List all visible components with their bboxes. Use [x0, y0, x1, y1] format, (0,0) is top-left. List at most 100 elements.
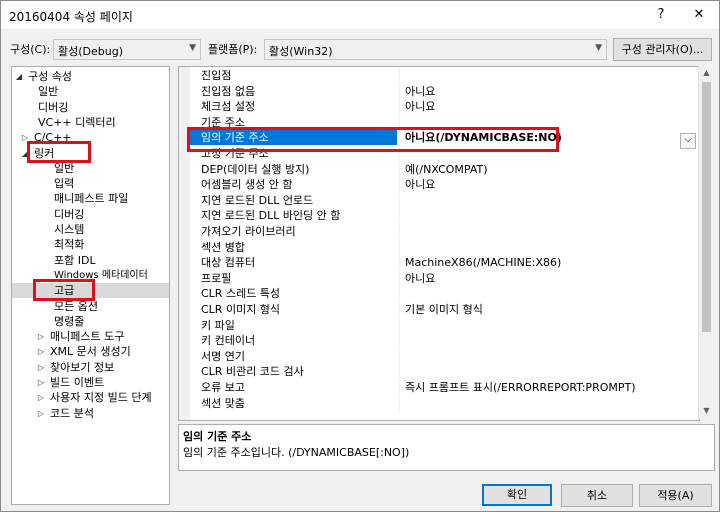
tree-item-label: 빌드 이벤트: [50, 376, 105, 389]
column-separator: [399, 83, 400, 99]
tree-item[interactable]: 명령줄: [12, 314, 169, 329]
grid-scrollbar[interactable]: ▲ ▼: [698, 66, 714, 419]
tree-item[interactable]: ▷ 찾아보기 정보: [12, 360, 169, 375]
column-separator: [399, 99, 400, 115]
property-name: 어셈블리 생성 안 함: [201, 178, 293, 192]
tree-item[interactable]: 일반: [12, 161, 169, 176]
expanded-arrow-icon[interactable]: ◢: [14, 69, 24, 84]
column-separator: [399, 380, 400, 395]
property-name: 키 파일: [201, 318, 235, 332]
collapsed-arrow-icon[interactable]: ▷: [36, 375, 46, 390]
help-button[interactable]: ?: [647, 5, 675, 25]
column-separator: [399, 317, 400, 333]
property-name: 지연 로드된 DLL 언로드: [201, 193, 314, 207]
property-row[interactable]: 어셈블리 생성 안 함 아니요: [179, 177, 684, 193]
property-row[interactable]: CLR 스레드 특성: [179, 286, 684, 302]
property-row[interactable]: 오류 보고 즉시 프롬프트 표시(/ERRORREPORT:PROMPT): [179, 380, 684, 395]
property-row[interactable]: 서명 연기: [179, 348, 684, 364]
scroll-thumb[interactable]: [702, 82, 711, 332]
collapsed-arrow-icon[interactable]: ▷: [36, 360, 46, 375]
tree-item[interactable]: 입력: [12, 176, 169, 191]
column-separator: [399, 239, 400, 255]
tree-item-label: 명령줄: [54, 314, 85, 328]
tree-item[interactable]: ▷ 매니페스트 도구: [12, 329, 169, 344]
tree-item[interactable]: 포함 IDL: [12, 253, 169, 268]
tree-item-label: 코드 분석: [50, 406, 94, 420]
highlight-box-randomized-base: [187, 127, 559, 152]
platform-combo[interactable]: 활성(Win32) ▼: [264, 39, 607, 60]
column-separator: [399, 333, 400, 349]
property-name: 지연 로드된 DLL 바인딩 안 함: [201, 209, 341, 223]
tree-item[interactable]: ◢ 구성 속성: [12, 69, 169, 84]
column-separator: [399, 208, 400, 224]
value-dropdown-button[interactable]: ⌵: [680, 133, 696, 149]
tree-item[interactable]: ▷ 코드 분석: [12, 406, 169, 421]
column-separator: [399, 270, 400, 286]
property-row[interactable]: CLR 이미지 형식 기본 이미지 형식: [179, 302, 684, 317]
tree-item[interactable]: 최적화: [12, 237, 169, 252]
tree-item-label: 디버깅: [38, 100, 69, 114]
scroll-up-arrow-icon[interactable]: ▲: [699, 66, 714, 80]
configuration-combo[interactable]: 활성(Debug) ▼: [53, 39, 201, 60]
property-row[interactable]: CLR 비관리 코드 검사: [179, 364, 684, 380]
property-value: 기본 이미지 형식: [405, 303, 483, 316]
tree-item[interactable]: VC++ 디렉터리: [12, 115, 169, 130]
description-text: 임의 기준 주소입니다. (/DYNAMICBASE[:NO]): [183, 446, 410, 459]
collapsed-arrow-icon[interactable]: ▷: [36, 344, 46, 359]
column-separator: [399, 395, 400, 411]
title-bar: 20160404 속성 페이지 ? ✕: [1, 1, 719, 29]
property-row[interactable]: 진입점 없음 아니요: [179, 83, 684, 99]
tree-item[interactable]: ▷ XML 문서 생성기: [12, 344, 169, 359]
tree-item[interactable]: 매니페스트 파일: [12, 191, 169, 206]
property-grid[interactable]: 진입점 진입점 없음 아니요 체크섬 설정 아니요 기준 주소 임의 기준 주소 아니요(/D…: [178, 66, 700, 421]
column-separator: [399, 302, 400, 317]
property-row[interactable]: 섹션 맞춤: [179, 395, 684, 411]
property-name: 오류 보고: [201, 381, 245, 394]
column-separator: [399, 255, 400, 271]
description-panel: 임의 기준 주소 임의 기준 주소입니다. (/DYNAMICBASE[:NO]…: [178, 424, 715, 471]
tree-item-label: 일반: [54, 161, 75, 175]
scroll-down-arrow-icon[interactable]: ▼: [699, 404, 714, 418]
configuration-manager-button[interactable]: 구성 관리자(O)...: [613, 38, 712, 61]
property-row[interactable]: DEP(데이터 실행 방지) 예(/NXCOMPAT): [179, 161, 684, 177]
property-name: 대상 컴퓨터: [201, 256, 256, 270]
property-pages-window: 20160404 속성 페이지 ? ✕ 구성(C): 활성(Debug) ▼ 플…: [0, 0, 720, 512]
column-separator: [399, 192, 400, 208]
column-separator: [399, 161, 400, 177]
property-row[interactable]: 체크섬 설정 아니요: [179, 99, 684, 115]
chevron-down-icon: ▼: [189, 43, 196, 53]
tree-item[interactable]: ▷ 빌드 이벤트: [12, 375, 169, 390]
tree-item-label: XML 문서 생성기: [50, 345, 131, 359]
collapsed-arrow-icon[interactable]: ▷: [36, 406, 46, 421]
cancel-button[interactable]: 취소: [561, 484, 633, 507]
tree-item[interactable]: 일반: [12, 84, 169, 99]
tree-item[interactable]: 디버깅: [12, 100, 169, 115]
tree-item[interactable]: ▷ 사용자 지정 빌드 단계: [12, 390, 169, 405]
tree-item[interactable]: 디버깅: [12, 207, 169, 222]
property-row[interactable]: 진입점: [179, 68, 684, 83]
column-separator: [399, 286, 400, 302]
property-name: CLR 스레드 특성: [201, 287, 281, 301]
column-separator: [399, 224, 400, 239]
property-row[interactable]: 가져오기 라이브러리: [179, 224, 684, 239]
collapsed-arrow-icon[interactable]: ▷: [36, 390, 46, 405]
collapsed-arrow-icon[interactable]: ▷: [36, 329, 46, 344]
property-row[interactable]: 프로필 아니요: [179, 270, 684, 286]
property-name: CLR 이미지 형식: [201, 303, 281, 316]
property-value: MachineX86(/MACHINE:X86): [405, 256, 562, 270]
close-button[interactable]: ✕: [685, 5, 713, 25]
property-row[interactable]: 지연 로드된 DLL 언로드: [179, 192, 684, 208]
configuration-bar: 구성(C): 활성(Debug) ▼ 플랫폼(P): 활성(Win32) ▼ 구…: [1, 29, 719, 63]
property-value: 아니요: [405, 84, 436, 98]
property-name: 프로필: [201, 271, 232, 285]
platform-label: 플랫폼(P):: [208, 43, 258, 56]
property-row[interactable]: 대상 컴퓨터 MachineX86(/MACHINE:X86): [179, 255, 684, 271]
property-row[interactable]: 지연 로드된 DLL 바인딩 안 함: [179, 208, 684, 224]
apply-button[interactable]: 적용(A): [639, 484, 712, 507]
property-row[interactable]: 키 컨테이너: [179, 333, 684, 349]
property-row[interactable]: 섹션 병합: [179, 239, 684, 255]
tree-item[interactable]: 시스템: [12, 222, 169, 237]
property-row[interactable]: 키 파일: [179, 317, 684, 333]
tree-item-label: 포함 IDL: [54, 253, 96, 267]
ok-button[interactable]: 확인: [482, 484, 552, 506]
